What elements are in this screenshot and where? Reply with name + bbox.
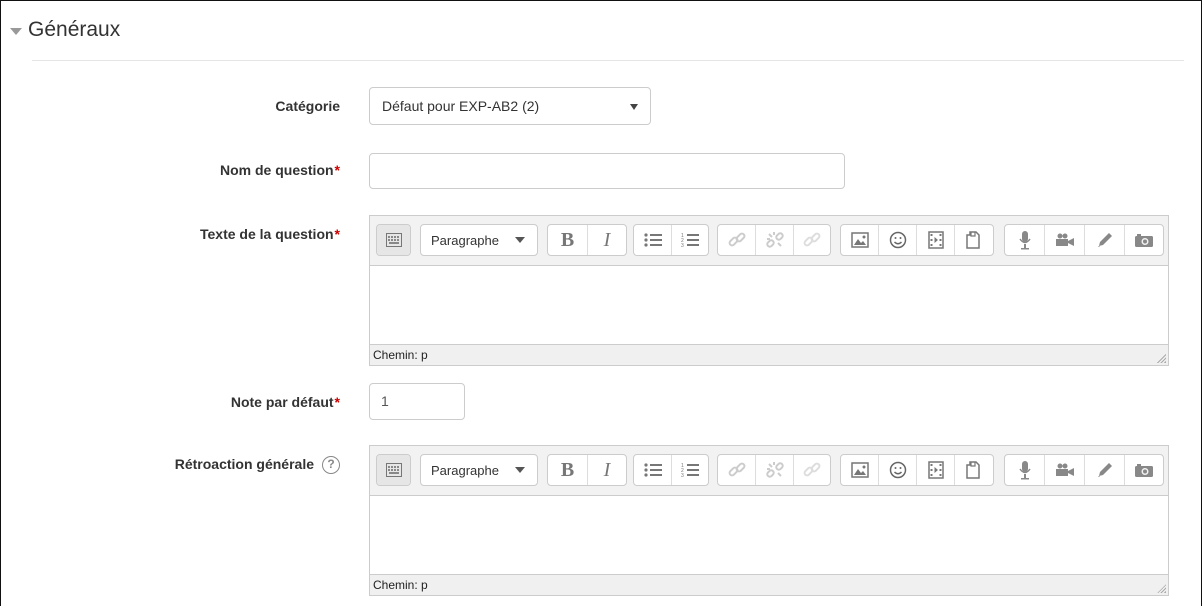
record-audio-icon[interactable] xyxy=(1005,455,1045,485)
general-feedback-editor[interactable]: Paragraphe B I 123 Chemin: p xyxy=(369,445,1169,596)
bold-icon[interactable]: B xyxy=(548,455,588,485)
record-video-icon[interactable] xyxy=(1045,455,1085,485)
question-text-editor[interactable]: Paragraphe B I 123 Chemin: p xyxy=(369,215,1169,366)
media-icon[interactable] xyxy=(917,225,955,255)
ordered-list-icon[interactable]: 123 xyxy=(672,455,708,485)
category-label-text: Catégorie xyxy=(275,98,340,114)
emoticon-icon[interactable] xyxy=(879,225,917,255)
link-icon[interactable] xyxy=(718,455,756,485)
screenshot-icon[interactable] xyxy=(1125,225,1163,255)
help-icon[interactable]: ? xyxy=(322,456,340,475)
editor-toolbar: Paragraphe B I 123 xyxy=(370,446,1168,496)
question-text-label-text: Texte de la question xyxy=(200,226,334,242)
image-icon[interactable] xyxy=(841,225,879,255)
collapse-triangle-icon[interactable] xyxy=(10,28,22,35)
show-more-icon[interactable] xyxy=(377,455,410,485)
editor-toolbar: Paragraphe B I 123 xyxy=(370,216,1168,266)
record-video-icon[interactable] xyxy=(1045,225,1085,255)
editor-statusbar: Chemin: p xyxy=(370,344,1168,365)
unordered-list-icon[interactable] xyxy=(634,455,672,485)
editor-content-area[interactable] xyxy=(370,266,1168,344)
question-text-label: Texte de la question* xyxy=(200,226,340,242)
anchor-link-icon[interactable] xyxy=(794,225,830,255)
italic-icon[interactable]: I xyxy=(588,225,626,255)
drawing-icon[interactable] xyxy=(1085,455,1125,485)
required-marker: * xyxy=(334,162,340,178)
manage-files-icon[interactable] xyxy=(955,455,991,485)
anchor-link-icon[interactable] xyxy=(794,455,830,485)
category-label: Catégorie xyxy=(275,98,340,114)
show-more-icon[interactable] xyxy=(377,225,410,255)
editor-statusbar: Chemin: p xyxy=(370,574,1168,595)
paragraph-label: Paragraphe xyxy=(431,232,499,248)
italic-icon[interactable]: I xyxy=(588,455,626,485)
link-icon[interactable] xyxy=(718,225,756,255)
required-marker: * xyxy=(334,226,340,242)
screenshot-icon[interactable] xyxy=(1125,455,1163,485)
unordered-list-icon[interactable] xyxy=(634,225,672,255)
paragraph-label: Paragraphe xyxy=(431,462,499,478)
general-feedback-label-text: Rétroaction générale xyxy=(174,456,314,472)
category-select-value: Défaut pour EXP-AB2 (2) xyxy=(382,98,540,114)
manage-files-icon[interactable] xyxy=(955,225,991,255)
ordered-list-icon[interactable]: 123 xyxy=(672,225,708,255)
section-title: Généraux xyxy=(28,18,121,41)
default-mark-label-text: Note par défaut xyxy=(230,394,334,410)
resize-grip-icon[interactable] xyxy=(1156,583,1166,593)
unlink-icon[interactable] xyxy=(756,225,794,255)
drawing-icon[interactable] xyxy=(1085,225,1125,255)
unlink-icon[interactable] xyxy=(756,455,794,485)
general-feedback-label: Rétroaction générale? xyxy=(174,456,340,475)
question-name-label-text: Nom de question xyxy=(219,162,334,178)
emoticon-icon[interactable] xyxy=(879,455,917,485)
paragraph-format-icon[interactable]: Paragraphe xyxy=(421,225,537,255)
question-name-input[interactable] xyxy=(369,153,845,189)
record-audio-icon[interactable] xyxy=(1005,225,1045,255)
svg-text:3: 3 xyxy=(681,243,684,248)
media-icon[interactable] xyxy=(917,455,955,485)
bold-icon[interactable]: B xyxy=(548,225,588,255)
section-header[interactable]: Généraux xyxy=(10,18,120,42)
resize-grip-icon[interactable] xyxy=(1156,353,1166,363)
svg-text:3: 3 xyxy=(681,473,684,478)
section-divider xyxy=(32,60,1184,61)
default-mark-label: Note par défaut* xyxy=(231,394,340,410)
dropdown-arrow-icon xyxy=(630,104,638,110)
required-marker: * xyxy=(334,394,340,410)
editor-path-label: Chemin: p xyxy=(373,578,428,592)
question-name-label: Nom de question* xyxy=(220,162,340,178)
default-mark-input[interactable]: 1 xyxy=(369,383,465,420)
editor-content-area[interactable] xyxy=(370,496,1168,574)
category-select[interactable]: Défaut pour EXP-AB2 (2) xyxy=(369,87,651,125)
image-icon[interactable] xyxy=(841,455,879,485)
paragraph-format-icon[interactable]: Paragraphe xyxy=(421,455,537,485)
editor-path-label: Chemin: p xyxy=(373,348,428,362)
